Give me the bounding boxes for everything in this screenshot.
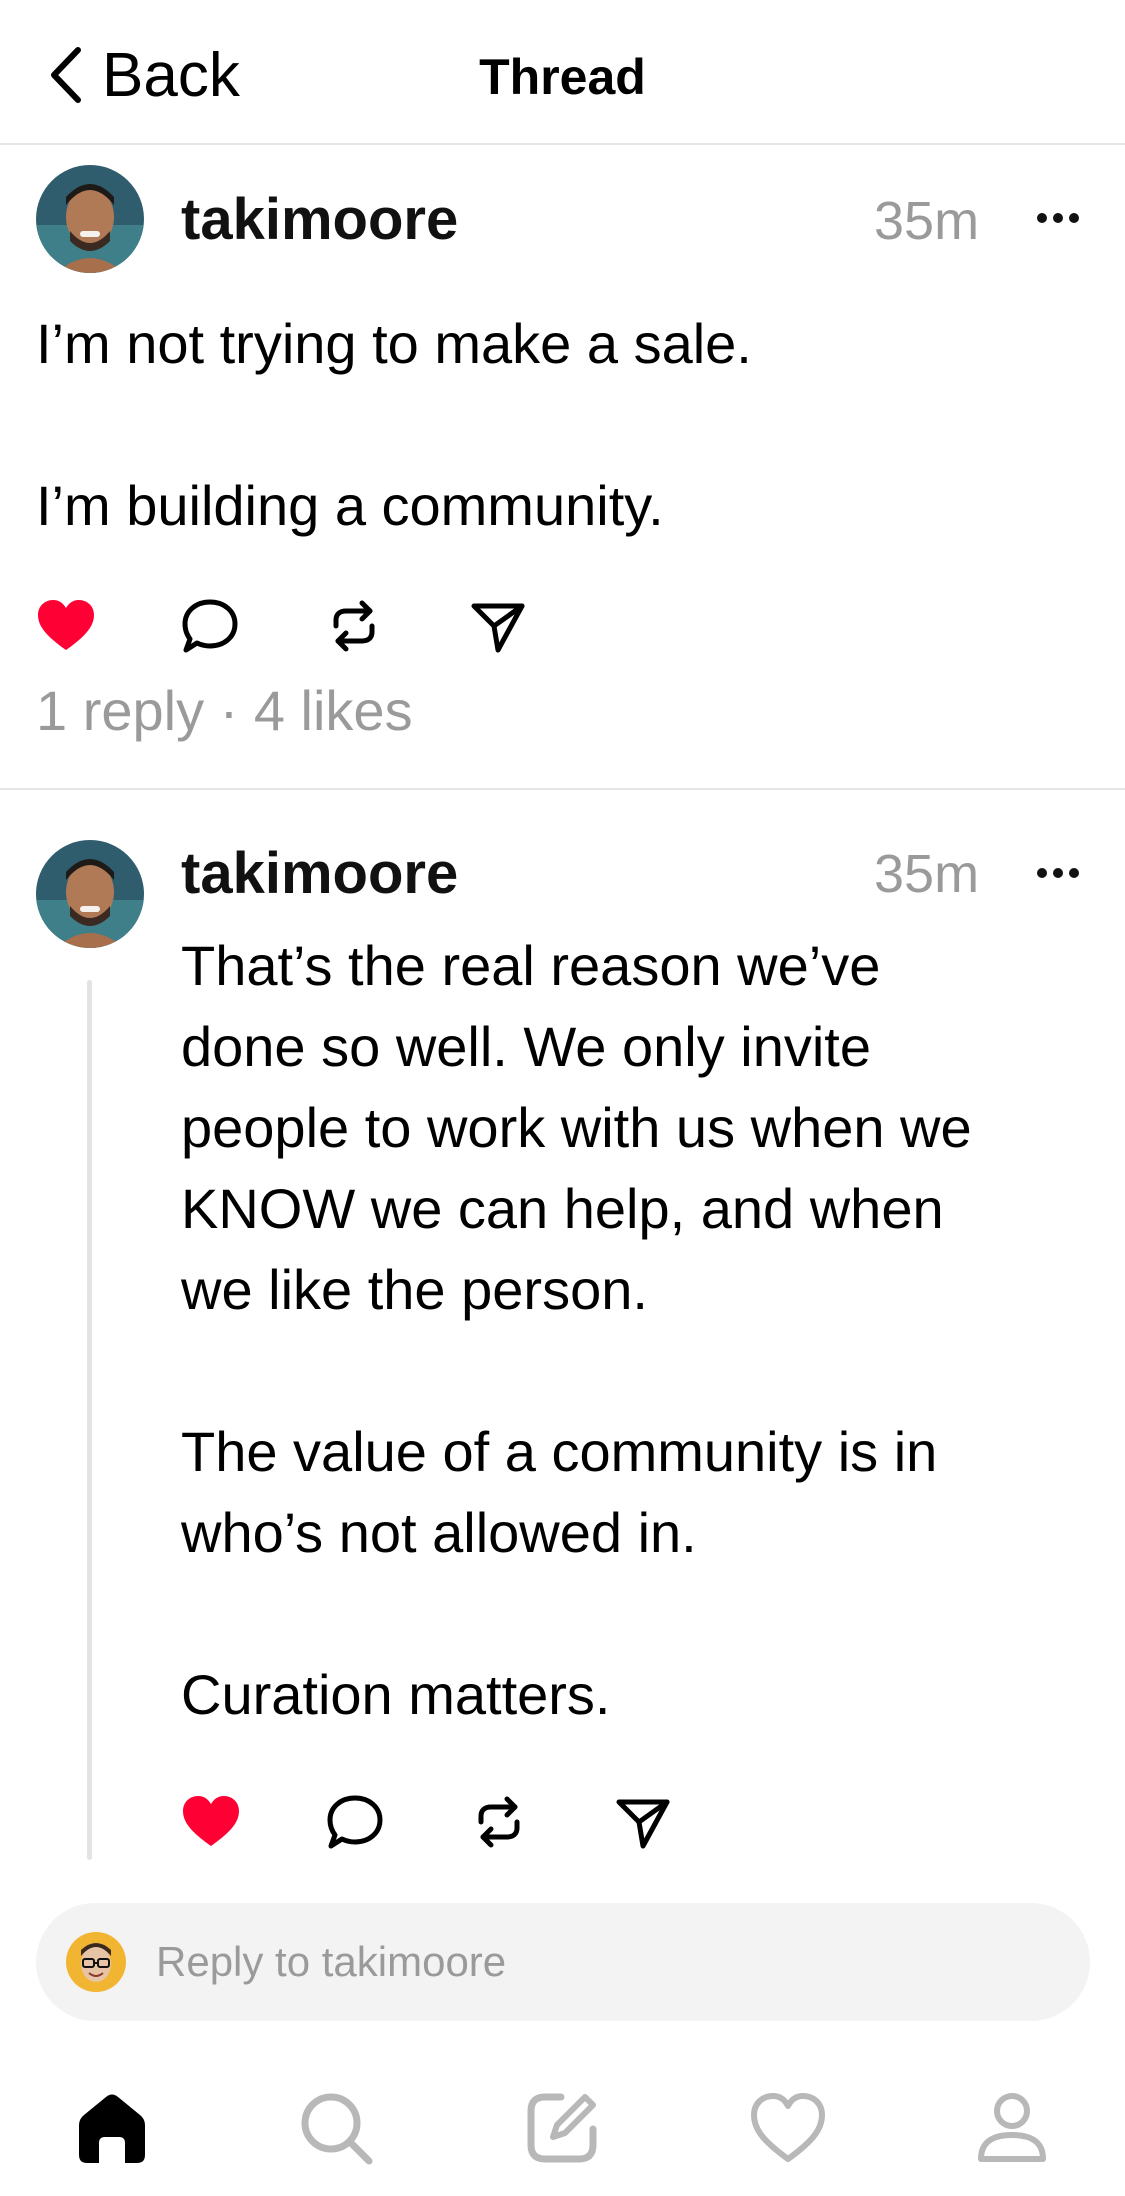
repost-button[interactable] <box>469 1792 529 1852</box>
tab-activity[interactable] <box>748 2088 828 2168</box>
post-actions <box>36 596 612 656</box>
post-timestamp: 35m <box>874 191 980 251</box>
tab-profile[interactable] <box>972 2088 1052 2168</box>
comment-bubble-icon <box>327 1795 383 1849</box>
share-button[interactable] <box>613 1792 673 1852</box>
send-icon <box>471 603 525 653</box>
reply-input[interactable]: Reply to takimoore <box>36 1903 1090 2021</box>
thread-connector-line <box>87 980 92 1860</box>
reply-username[interactable]: takimoore <box>181 840 458 907</box>
repost-button[interactable] <box>324 596 384 656</box>
comment-bubble-icon <box>182 599 238 653</box>
comment-button[interactable] <box>325 1792 385 1852</box>
post-stats[interactable]: 1 reply · 4 likes <box>36 678 413 743</box>
heart-icon <box>751 2093 825 2162</box>
more-options-icon[interactable] <box>1034 210 1082 226</box>
divider <box>0 788 1125 790</box>
avatar[interactable] <box>36 165 144 273</box>
search-icon <box>301 2093 373 2165</box>
current-user-avatar <box>66 1932 126 1992</box>
tab-home[interactable] <box>72 2088 152 2168</box>
reply-body: That’s the real reason we’ve done so wel… <box>181 934 972 1726</box>
more-options-icon[interactable] <box>1034 865 1082 881</box>
share-button[interactable] <box>468 596 528 656</box>
profile-icon <box>978 2093 1046 2162</box>
page-title: Thread <box>479 49 646 105</box>
user-photo <box>36 840 144 948</box>
post-body: I’m not trying to make a sale. I’m build… <box>36 312 752 537</box>
tab-bar <box>0 2060 1125 2196</box>
send-icon <box>616 1799 670 1849</box>
user-photo <box>66 1932 126 1992</box>
tab-compose[interactable] <box>522 2088 602 2168</box>
user-photo <box>36 165 144 273</box>
compose-icon <box>527 2093 597 2163</box>
like-button[interactable] <box>181 1792 241 1852</box>
heart-filled-icon <box>183 1796 239 1846</box>
reply-actions <box>181 1792 757 1852</box>
home-icon <box>79 2094 145 2163</box>
nav-header: Back Thread <box>0 0 1125 145</box>
comment-button[interactable] <box>180 596 240 656</box>
reply-timestamp: 35m <box>874 844 980 904</box>
reply-avatar[interactable] <box>36 840 144 948</box>
reply-placeholder: Reply to takimoore <box>156 1938 507 1985</box>
heart-filled-icon <box>38 600 94 650</box>
repost-icon <box>333 600 375 652</box>
repost-icon <box>478 1796 520 1848</box>
tab-search[interactable] <box>296 2088 376 2168</box>
post-username[interactable]: takimoore <box>181 186 458 253</box>
like-button[interactable] <box>36 596 96 656</box>
